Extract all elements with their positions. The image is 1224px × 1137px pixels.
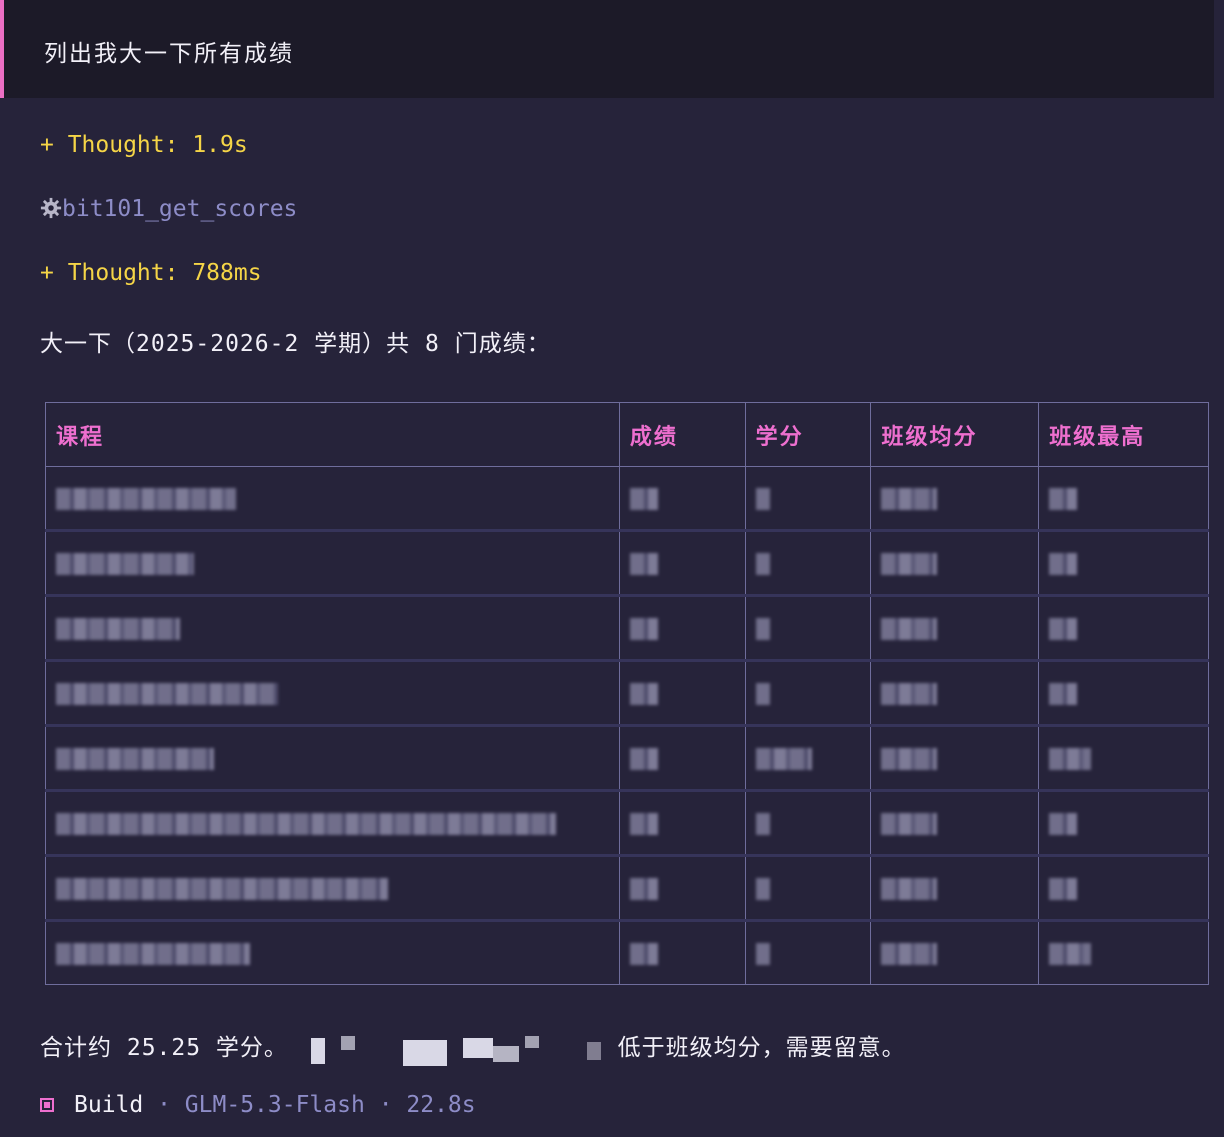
table-header-row: 课程 成绩 学分 班级均分 班级最高	[45, 402, 1209, 467]
table-row	[45, 920, 1209, 985]
redacted-cell	[618, 725, 746, 792]
redacted-cell	[1038, 466, 1209, 532]
scores-table: 课程 成绩 学分 班级均分 班级最高	[45, 402, 1209, 985]
table-row	[45, 725, 1209, 792]
redacted-cell	[45, 660, 620, 727]
redacted-cell	[1038, 855, 1209, 922]
thought-toggle-1[interactable]: + Thought: 1.9s	[40, 132, 248, 158]
table-row	[45, 595, 1209, 662]
redacted-text	[303, 1032, 603, 1066]
redacted-cell	[870, 466, 1040, 532]
header-course: 课程	[45, 402, 620, 467]
redacted-cell	[870, 530, 1040, 597]
header-credit: 学分	[744, 402, 872, 467]
status-footer: Build · GLM-5.3-Flash · 22.8s	[40, 1092, 476, 1118]
redacted-cell	[1038, 595, 1209, 662]
table-row	[45, 530, 1209, 597]
redacted-cell	[870, 790, 1040, 857]
redacted-cell	[744, 530, 872, 597]
redacted-cell	[45, 595, 620, 662]
redacted-cell	[45, 855, 620, 922]
redacted-cell	[1038, 660, 1209, 727]
redacted-cell	[744, 725, 872, 792]
redacted-cell	[744, 920, 872, 985]
redacted-cell	[45, 725, 620, 792]
redacted-cell	[870, 725, 1040, 792]
table-row	[45, 855, 1209, 922]
redacted-cell	[1038, 725, 1209, 792]
build-mode-label: Build	[74, 1092, 144, 1118]
header-score: 成绩	[618, 402, 746, 467]
build-mode-icon	[40, 1098, 54, 1112]
redacted-cell	[618, 660, 746, 727]
redacted-cell	[870, 855, 1040, 922]
redacted-cell	[45, 790, 620, 857]
redacted-cell	[618, 466, 746, 532]
redacted-cell	[870, 595, 1040, 662]
redacted-cell	[1038, 530, 1209, 597]
result-summary: 大一下（2025-2026-2 学期）共 8 门成绩：	[40, 331, 551, 357]
thought-toggle-2[interactable]: + Thought: 788ms	[40, 260, 262, 286]
total-suffix: 低于班级均分，需要留意。	[617, 1035, 906, 1061]
gear-icon	[40, 197, 62, 219]
redacted-cell	[618, 790, 746, 857]
table-row	[45, 790, 1209, 857]
redacted-cell	[744, 855, 872, 922]
header-class-max: 班级最高	[1038, 402, 1209, 467]
redacted-cell	[1038, 920, 1209, 985]
redacted-cell	[744, 790, 872, 857]
redacted-cell	[744, 595, 872, 662]
redacted-cell	[45, 530, 620, 597]
total-prefix: 合计约 25.25 学分。	[40, 1035, 288, 1061]
redacted-cell	[1038, 790, 1209, 857]
redacted-cell	[870, 660, 1040, 727]
redacted-cell	[744, 466, 872, 532]
user-prompt-box: 列出我大一下所有成绩	[0, 0, 1214, 98]
tool-call[interactable]: bit101_get_scores	[40, 196, 297, 222]
redacted-cell	[618, 855, 746, 922]
user-prompt-text: 列出我大一下所有成绩	[44, 41, 294, 67]
redacted-cell	[618, 920, 746, 985]
redacted-cell	[744, 660, 872, 727]
redacted-cell	[45, 466, 620, 532]
redacted-cell	[870, 920, 1040, 985]
model-name: · GLM-5.3-Flash	[157, 1092, 365, 1118]
header-class-avg: 班级均分	[870, 402, 1040, 467]
table-row	[45, 660, 1209, 727]
redacted-cell	[45, 920, 620, 985]
redacted-cell	[618, 530, 746, 597]
redacted-cell	[618, 595, 746, 662]
total-summary: 合计约 25.25 学分。 低于班级均分，需要留意。	[40, 1028, 906, 1066]
tool-call-name: bit101_get_scores	[62, 196, 298, 222]
elapsed-time: · 22.8s	[378, 1092, 476, 1118]
table-row	[45, 466, 1209, 532]
